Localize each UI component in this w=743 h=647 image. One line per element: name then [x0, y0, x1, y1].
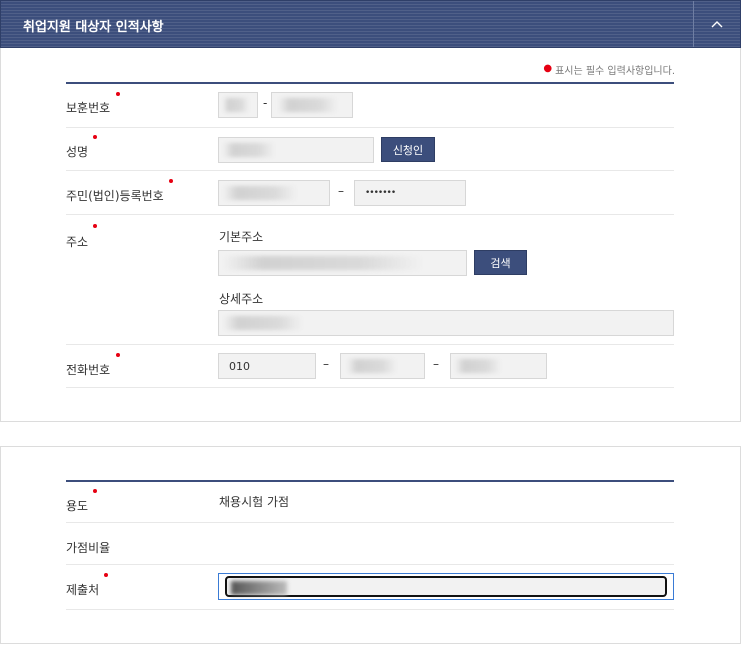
masked-value: [455, 359, 501, 373]
required-dot-icon: [93, 224, 97, 228]
masked-value: [278, 98, 338, 112]
purpose-value: 채용시험 가점: [219, 495, 290, 509]
masked-value: [223, 256, 423, 270]
address-basic-label: 기본주소: [219, 230, 264, 244]
phone-middle-input[interactable]: [340, 353, 425, 379]
phone-label: 전화번호: [66, 363, 111, 377]
ratio-label: 가점비율: [66, 541, 111, 555]
rrn-separator: –: [338, 184, 344, 198]
section-header: 취업지원 대상자 인적사항: [0, 0, 741, 48]
phone-last-input[interactable]: [450, 353, 547, 379]
rrn-label: 주민(법인)등록번호: [66, 189, 164, 203]
rrn-front-input[interactable]: [218, 180, 330, 206]
purpose-label: 용도: [66, 499, 89, 513]
required-dot-icon: [104, 573, 108, 577]
collapse-button[interactable]: [693, 1, 740, 47]
submit-to-label: 제출처: [66, 583, 100, 597]
rrn-back-input[interactable]: •••••••: [354, 180, 466, 206]
bohun-number-part2[interactable]: [271, 92, 353, 118]
row-divider: [66, 387, 674, 388]
row-divider: [66, 214, 674, 215]
address-search-button[interactable]: 검색: [474, 250, 527, 275]
address-basic-input[interactable]: [218, 250, 467, 276]
chevron-up-icon: [711, 21, 723, 28]
bohun-separator: -: [263, 96, 268, 110]
required-dot-icon: [169, 179, 173, 183]
masked-value: [223, 316, 303, 330]
row-divider: [66, 609, 674, 610]
address-label: 주소: [66, 235, 89, 249]
row-divider: [66, 127, 674, 128]
required-dot-icon: [116, 92, 120, 96]
masked-value: [223, 98, 249, 112]
required-dot-icon: [93, 489, 97, 493]
section-title: 취업지원 대상자 인적사항: [23, 20, 164, 35]
required-dot-icon: [116, 353, 120, 357]
name-label: 성명: [66, 145, 89, 159]
row-divider: [66, 170, 674, 171]
submit-to-input[interactable]: [218, 573, 674, 600]
required-dot-icon: [93, 135, 97, 139]
phone-separator: –: [433, 357, 439, 371]
usage-panel: [0, 446, 741, 644]
address-detail-input[interactable]: [218, 310, 674, 336]
bohun-label: 보훈번호: [66, 101, 111, 115]
table-top-border: [66, 480, 674, 482]
masked-value: [347, 359, 397, 373]
table-top-border: [66, 82, 674, 84]
name-input[interactable]: [218, 137, 374, 163]
row-divider: [66, 522, 674, 523]
phone-separator: –: [323, 357, 329, 371]
focus-ring: [225, 576, 667, 597]
bohun-number-part1[interactable]: [218, 92, 258, 118]
row-divider: [66, 564, 674, 565]
required-note: ● 표시는 필수 입력사항입니다.: [543, 63, 675, 77]
applicant-button[interactable]: 신청인: [381, 137, 435, 162]
masked-value: [223, 143, 275, 157]
row-divider: [66, 344, 674, 345]
required-dot-icon: ●: [543, 63, 553, 74]
masked-value: [231, 581, 287, 595]
masked-value: [223, 186, 297, 200]
phone-first-input[interactable]: 010: [218, 353, 316, 379]
address-detail-label: 상세주소: [219, 292, 264, 306]
